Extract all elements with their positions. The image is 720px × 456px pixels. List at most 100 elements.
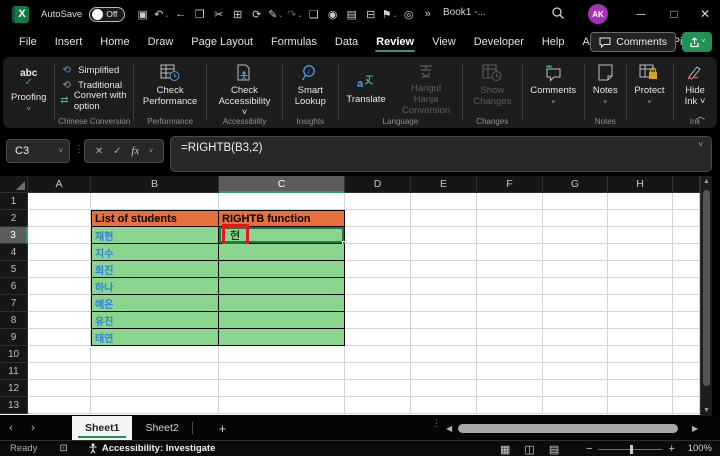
- cell-B8[interactable]: 유진: [91, 312, 219, 329]
- cell-A5[interactable]: [28, 261, 91, 278]
- hide-ink-button[interactable]: Hide Ink ˅: [678, 61, 712, 108]
- new-file-icon[interactable]: ❏: [304, 8, 323, 21]
- column-header-D[interactable]: D: [345, 176, 411, 193]
- cell-X12[interactable]: [673, 380, 700, 397]
- cell-D4[interactable]: [345, 244, 411, 261]
- cell-E13[interactable]: [411, 397, 477, 414]
- row-header-4[interactable]: 4: [0, 244, 28, 261]
- cell-H11[interactable]: [608, 363, 673, 380]
- cell-F13[interactable]: [477, 397, 543, 414]
- smart-lookup-button[interactable]: i Smart Lookup: [288, 61, 333, 108]
- people-search-icon[interactable]: ◎: [399, 8, 418, 21]
- cell-A13[interactable]: [28, 397, 91, 414]
- normal-view-icon[interactable]: ▦: [500, 443, 510, 456]
- scroll-right-icon[interactable]: ▶: [692, 424, 698, 433]
- cell-A9[interactable]: [28, 329, 91, 346]
- cancel-icon[interactable]: ✕: [95, 146, 103, 157]
- cell-B12[interactable]: [91, 380, 219, 397]
- cell-D8[interactable]: [345, 312, 411, 329]
- vertical-scrollbar[interactable]: ▲ ▼: [700, 176, 712, 416]
- tab-file[interactable]: File: [10, 29, 46, 55]
- row-header-12[interactable]: 12: [0, 380, 28, 397]
- cell-F8[interactable]: [477, 312, 543, 329]
- tab-help[interactable]: Help: [533, 29, 574, 55]
- cell-F1[interactable]: [477, 193, 543, 210]
- cell-B3[interactable]: 재현: [91, 227, 219, 244]
- table-properties-icon[interactable]: ⊟: [361, 8, 380, 21]
- cell-F11[interactable]: [477, 363, 543, 380]
- tab-formulas[interactable]: Formulas: [262, 29, 326, 55]
- tab-split-handle[interactable]: ⋮: [432, 419, 441, 428]
- notes-button[interactable]: Notes ˅: [590, 61, 621, 109]
- flag-icon[interactable]: ⚑⌄: [380, 8, 399, 21]
- tab-view[interactable]: View: [423, 29, 465, 55]
- paste-picture-icon[interactable]: ⊞: [228, 8, 247, 21]
- share-button[interactable]: ˅: [682, 32, 712, 52]
- save-icon[interactable]: ▣: [133, 8, 152, 21]
- row-header-1[interactable]: 1: [0, 193, 28, 210]
- cell-C4[interactable]: [219, 244, 345, 261]
- cell-E1[interactable]: [411, 193, 477, 210]
- comments-button[interactable]: Comments: [590, 32, 676, 52]
- cell-D3[interactable]: [345, 227, 411, 244]
- column-header-C[interactable]: C: [219, 176, 345, 193]
- macro-record-icon[interactable]: ⊡: [59, 443, 67, 454]
- cell-C7[interactable]: [219, 295, 345, 312]
- cell-G2[interactable]: [543, 210, 608, 227]
- cell-E10[interactable]: [411, 346, 477, 363]
- accessibility-status[interactable]: Accessibility: Investigate: [88, 443, 215, 454]
- enter-icon[interactable]: ✓: [113, 146, 121, 157]
- cell-H8[interactable]: [608, 312, 673, 329]
- expand-formula-bar-icon[interactable]: ˅: [698, 140, 703, 149]
- cell-X9[interactable]: [673, 329, 700, 346]
- cell-B9[interactable]: 태연: [91, 329, 219, 346]
- proofing-button[interactable]: abc ✓ Proofing ˅: [8, 64, 49, 116]
- undo-icon[interactable]: ↶⌄: [152, 8, 171, 21]
- cell-F9[interactable]: [477, 329, 543, 346]
- cell-G3[interactable]: [543, 227, 608, 244]
- cell-X5[interactable]: [673, 261, 700, 278]
- simplified-button[interactable]: ⟲ Simplified: [60, 63, 119, 78]
- cell-G8[interactable]: [543, 312, 608, 329]
- cell-A6[interactable]: [28, 278, 91, 295]
- cell-A3[interactable]: [28, 227, 91, 244]
- cell-H4[interactable]: [608, 244, 673, 261]
- cell-D11[interactable]: [345, 363, 411, 380]
- cell-X13[interactable]: [673, 397, 700, 414]
- cell-A11[interactable]: [28, 363, 91, 380]
- formula-input[interactable]: =RIGHTB(B3,2) ˅: [170, 136, 712, 172]
- protect-button[interactable]: Protect ˅: [631, 61, 667, 109]
- cell-D10[interactable]: [345, 346, 411, 363]
- cell-E6[interactable]: [411, 278, 477, 295]
- cell-C3[interactable]: 현: [219, 224, 347, 246]
- row-header-13[interactable]: 13: [0, 397, 28, 414]
- prev-sheet-icon[interactable]: ‹: [0, 422, 22, 434]
- scroll-left-icon[interactable]: ◀: [446, 424, 452, 433]
- row-header-5[interactable]: 5: [0, 261, 28, 278]
- column-header-E[interactable]: E: [411, 176, 477, 193]
- insert-function-icon[interactable]: fx: [131, 145, 139, 157]
- cell-F10[interactable]: [477, 346, 543, 363]
- cell-F12[interactable]: [477, 380, 543, 397]
- camera-icon[interactable]: ◉: [323, 8, 342, 21]
- fx-dropdown-icon[interactable]: ˅: [149, 148, 153, 155]
- cell-G13[interactable]: [543, 397, 608, 414]
- cell-G10[interactable]: [543, 346, 608, 363]
- cell-A2[interactable]: [28, 210, 91, 227]
- check-performance-button[interactable]: Check Performance: [139, 61, 201, 108]
- copy-icon[interactable]: ❐: [190, 8, 209, 21]
- cell-B10[interactable]: [91, 346, 219, 363]
- cell-D2[interactable]: [345, 210, 411, 227]
- cell-G7[interactable]: [543, 295, 608, 312]
- cell-F3[interactable]: [477, 227, 543, 244]
- column-header-G[interactable]: G: [543, 176, 608, 193]
- cell-G12[interactable]: [543, 380, 608, 397]
- translate-button[interactable]: a Translate: [343, 70, 388, 106]
- cell-E11[interactable]: [411, 363, 477, 380]
- cell-A8[interactable]: [28, 312, 91, 329]
- cell-F6[interactable]: [477, 278, 543, 295]
- cell-D1[interactable]: [345, 193, 411, 210]
- cell-C11[interactable]: [219, 363, 345, 380]
- row-header-11[interactable]: 11: [0, 363, 28, 380]
- tab-data[interactable]: Data: [326, 29, 367, 55]
